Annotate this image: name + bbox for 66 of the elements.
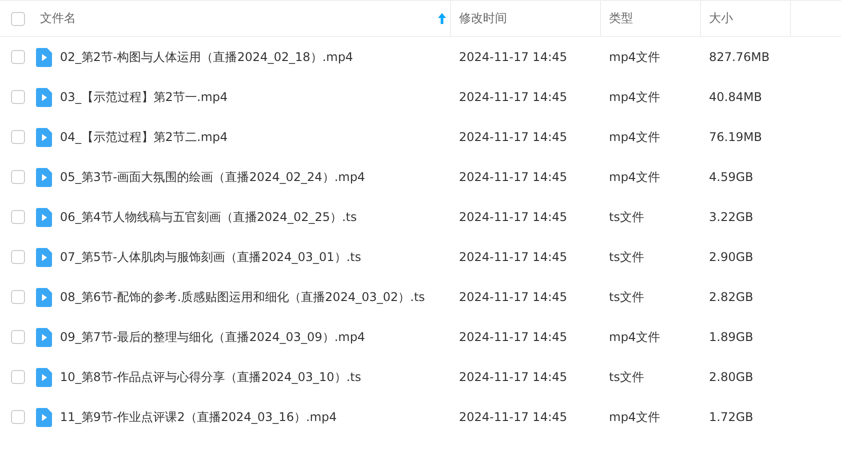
file-size: 76.19MB: [709, 130, 762, 144]
file-size: 827.76MB: [709, 50, 770, 64]
checkbox[interactable]: [11, 250, 25, 264]
modified-time: 2024-11-17 14:45: [459, 410, 568, 424]
file-name[interactable]: 05_第3节-画面大氛围的绘画（直播2024_02_24）.mp4: [60, 168, 366, 186]
file-name[interactable]: 02_第2节-构图与人体运用（直播2024_02_18）.mp4: [60, 48, 354, 66]
file-type: mp4文件: [609, 128, 660, 146]
file-type: mp4文件: [609, 48, 660, 66]
modified-time: 2024-11-17 14:45: [459, 370, 568, 384]
file-size: 1.89GB: [709, 330, 754, 344]
file-type: mp4文件: [609, 88, 660, 106]
video-file-icon: [36, 328, 52, 346]
modified-time: 2024-11-17 14:45: [459, 50, 568, 64]
checkbox[interactable]: [11, 210, 25, 224]
modified-time: 2024-11-17 14:45: [459, 290, 568, 304]
file-name[interactable]: 08_第6节-配饰的参考.质感贴图运用和细化（直播2024_03_02）.ts: [60, 288, 425, 306]
file-type: mp4文件: [609, 168, 660, 186]
video-file-icon: [36, 208, 52, 226]
sort-arrow-icon[interactable]: [438, 13, 446, 24]
file-type: mp4文件: [609, 328, 660, 346]
file-name[interactable]: 06_第4节人物线稿与五官刻画（直播2024_02_25）.ts: [60, 208, 357, 226]
modified-time: 2024-11-17 14:45: [459, 330, 568, 344]
checkbox[interactable]: [11, 410, 25, 424]
modified-time: 2024-11-17 14:45: [459, 130, 568, 144]
file-type: ts文件: [609, 248, 644, 266]
video-file-icon: [36, 368, 52, 386]
video-file-icon: [36, 48, 52, 66]
checkbox[interactable]: [11, 370, 25, 384]
video-file-icon: [36, 128, 52, 146]
file-size: 3.22GB: [709, 210, 754, 224]
checkbox[interactable]: [11, 330, 25, 344]
file-type: ts文件: [609, 288, 644, 306]
file-type: mp4文件: [609, 408, 660, 426]
file-size: 2.90GB: [709, 250, 754, 264]
column-header[interactable]: 类型: [609, 10, 633, 27]
file-name[interactable]: 03_【示范过程】第2节一.mp4: [60, 88, 228, 106]
file-name[interactable]: 07_第5节-人体肌肉与服饰刻画（直播2024_03_01）.ts: [60, 248, 362, 266]
modified-time: 2024-11-17 14:45: [459, 250, 568, 264]
video-file-icon: [36, 168, 52, 186]
video-file-icon: [36, 248, 52, 266]
file-name[interactable]: 04_【示范过程】第2节二.mp4: [60, 128, 228, 146]
modified-time: 2024-11-17 14:45: [459, 170, 568, 184]
file-name[interactable]: 09_第7节-最后的整理与细化（直播2024_03_09）.mp4: [60, 328, 366, 346]
checkbox[interactable]: [11, 12, 25, 26]
file-size: 2.82GB: [709, 290, 754, 304]
video-file-icon: [36, 408, 52, 426]
checkbox[interactable]: [11, 130, 25, 144]
checkbox[interactable]: [11, 90, 25, 104]
file-size: 40.84MB: [709, 90, 762, 104]
file-size: 1.72GB: [709, 410, 754, 424]
checkbox[interactable]: [11, 170, 25, 184]
modified-time: 2024-11-17 14:45: [459, 210, 568, 224]
file-type: ts文件: [609, 208, 644, 226]
file-type: ts文件: [609, 368, 644, 386]
column-header[interactable]: 文件名: [40, 10, 76, 27]
modified-time: 2024-11-17 14:45: [459, 90, 568, 104]
video-file-icon: [36, 288, 52, 306]
file-size: 4.59GB: [709, 170, 754, 184]
column-header[interactable]: 修改时间: [459, 10, 507, 27]
column-header[interactable]: 大小: [709, 10, 733, 27]
file-name[interactable]: 11_第9节-作业点评课2（直播2024_03_16）.mp4: [60, 408, 337, 426]
file-size: 2.80GB: [709, 370, 754, 384]
video-file-icon: [36, 88, 52, 106]
file-name[interactable]: 10_第8节-作品点评与心得分享（直播2024_03_10）.ts: [60, 368, 362, 386]
checkbox[interactable]: [11, 290, 25, 304]
checkbox[interactable]: [11, 50, 25, 64]
